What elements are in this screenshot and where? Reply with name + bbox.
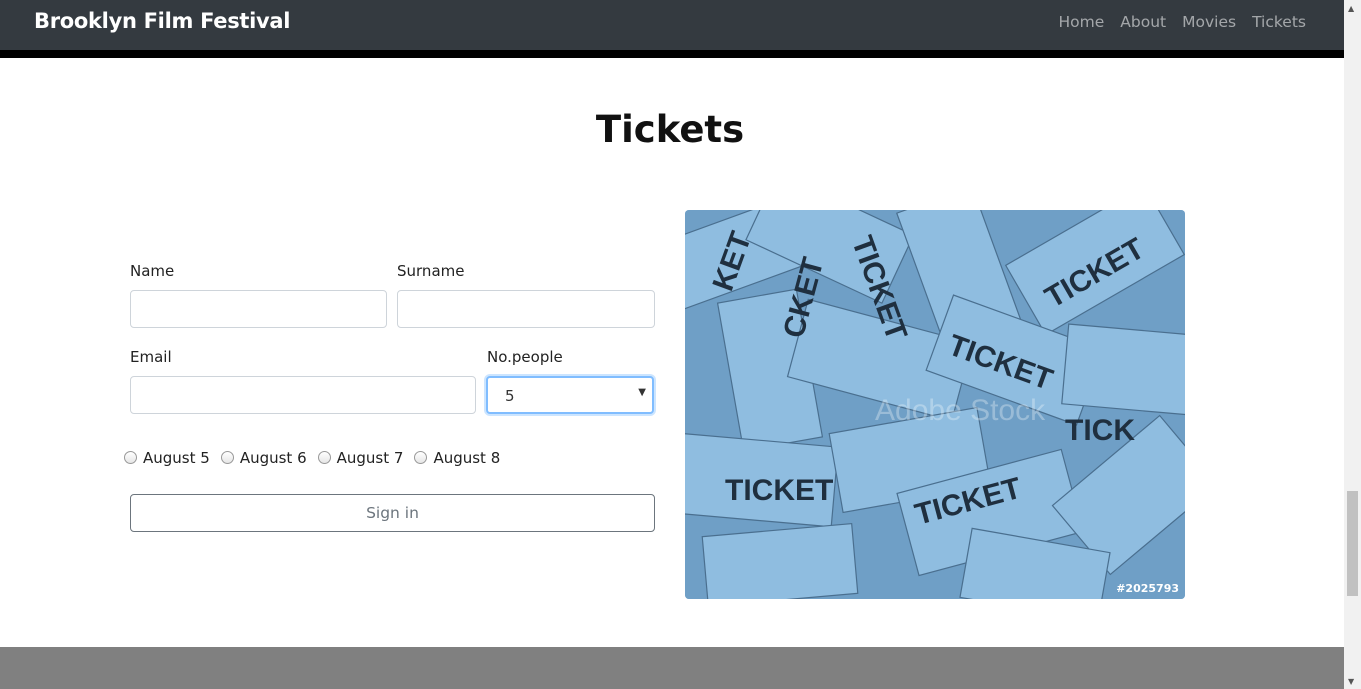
svg-text:TICKET: TICKET [725, 474, 833, 507]
tickets-photo: KET TICKET TICKET TICKET CKET TICKET TIC… [685, 210, 1185, 599]
people-select-value: 5 [505, 387, 515, 405]
name-label: Name [130, 262, 175, 280]
scrollbar-thumb[interactable] [1347, 491, 1358, 596]
radio-august-7[interactable]: August 7 [317, 449, 404, 467]
radio-label: August 8 [433, 449, 501, 467]
radio-label: August 7 [336, 449, 404, 467]
navbar-bottom-strip [0, 50, 1344, 58]
name-input[interactable] [130, 290, 387, 328]
nav-links: Home About Movies Tickets [1059, 13, 1307, 31]
surname-label: Surname [397, 262, 465, 280]
chevron-down-icon: ▼ [638, 387, 646, 398]
brand-logo-text[interactable]: Brooklyn Film Festival [34, 9, 291, 33]
surname-input[interactable] [397, 290, 655, 328]
email-label: Email [130, 348, 172, 366]
svg-text:TICK: TICK [1065, 414, 1135, 447]
radio-button-icon[interactable] [124, 450, 137, 464]
radio-button-icon[interactable] [220, 450, 234, 464]
radio-august-8[interactable]: August 8 [414, 449, 500, 467]
nav-link-home[interactable]: Home [1059, 13, 1105, 31]
people-label: No.people [487, 348, 563, 366]
radio-button-icon[interactable] [414, 450, 428, 464]
date-radio-group: August 5 August 6 August 7 August 8 [124, 449, 511, 467]
scroll-down-icon[interactable]: ▼ [1348, 677, 1354, 686]
radio-label: August 6 [239, 449, 307, 467]
tickets-illustration: KET TICKET TICKET TICKET CKET TICKET TIC… [685, 210, 1185, 599]
nav-link-tickets[interactable]: Tickets [1252, 13, 1306, 31]
stock-id: #2025793 [1116, 582, 1179, 595]
radio-button-icon[interactable] [317, 450, 331, 464]
footer [0, 647, 1344, 689]
scrollbar[interactable]: ▲ ▼ [1344, 0, 1361, 689]
page-title: Tickets [595, 108, 745, 151]
scroll-up-icon[interactable]: ▲ [1348, 4, 1354, 13]
nav-link-about[interactable]: About [1120, 13, 1166, 31]
sign-in-button[interactable]: Sign in [130, 494, 655, 532]
nav-link-movies[interactable]: Movies [1182, 13, 1236, 31]
navbar: Brooklyn Film Festival Home About Movies… [0, 0, 1344, 50]
watermark-text: Adobe Stock [875, 394, 1046, 427]
people-select[interactable]: 5 ▼ [486, 376, 654, 414]
radio-august-5[interactable]: August 5 [124, 449, 210, 467]
radio-august-6[interactable]: August 6 [220, 449, 307, 467]
email-input[interactable] [130, 376, 476, 414]
radio-label: August 5 [143, 449, 210, 467]
